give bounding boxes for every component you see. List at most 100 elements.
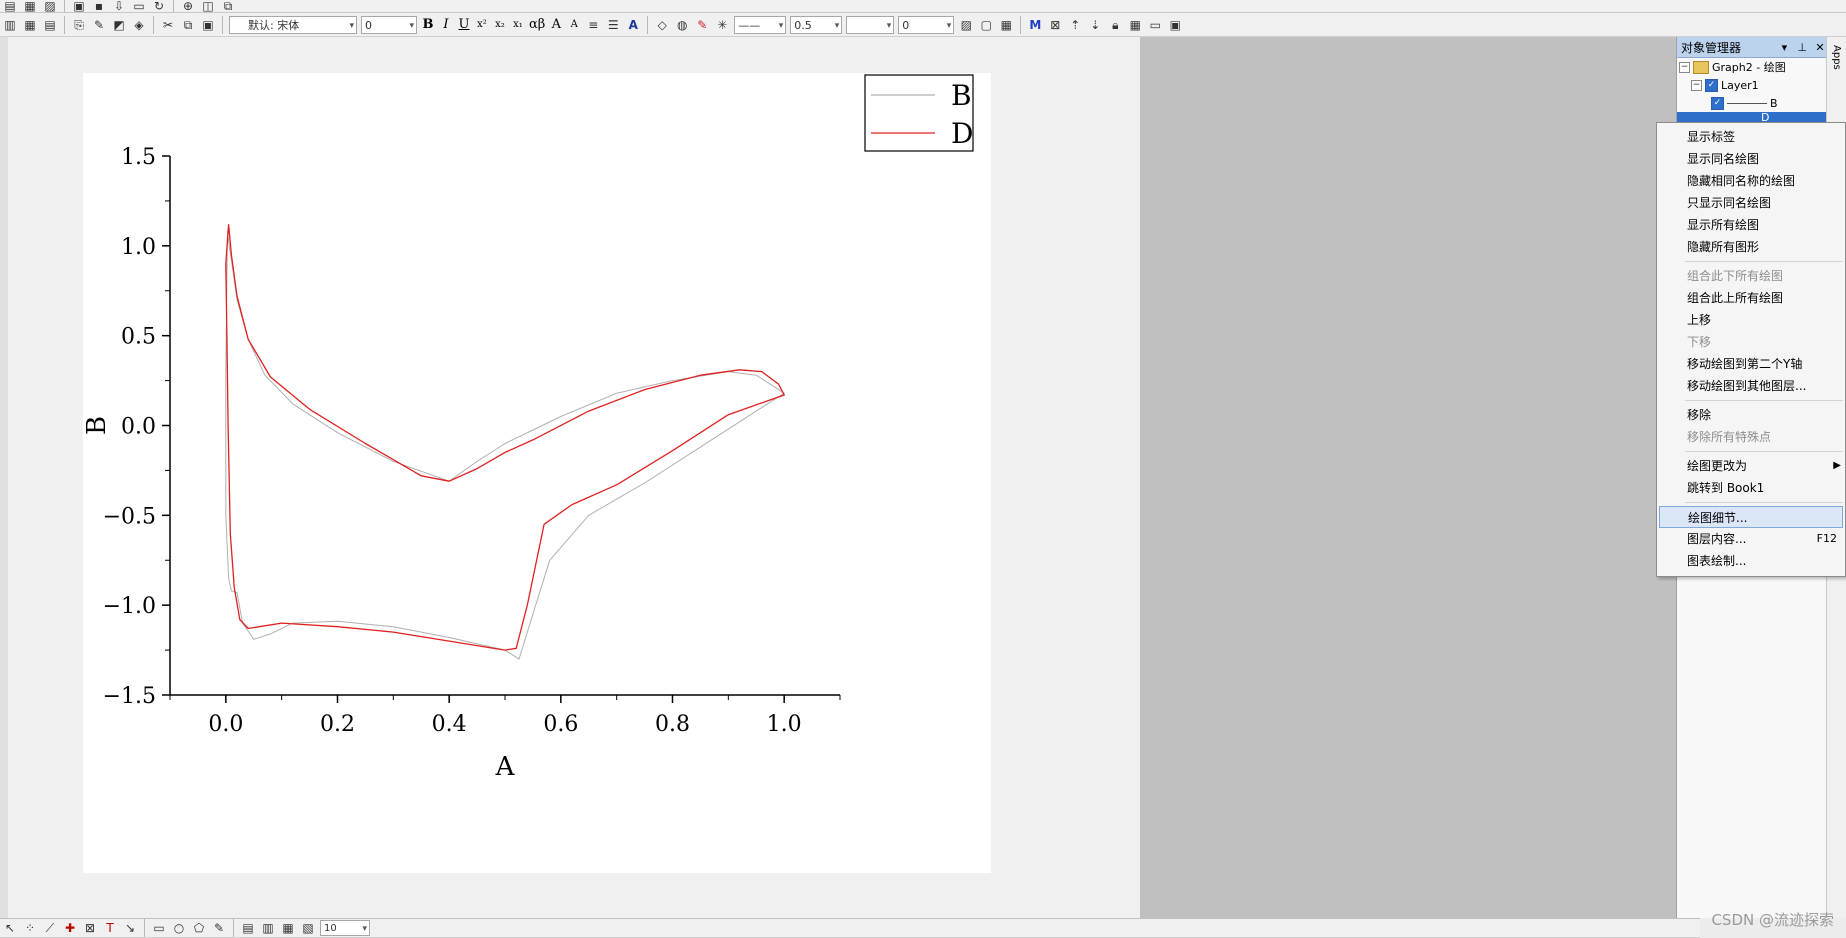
menu-item-layer-contents[interactable]: 图层内容... F12: [1657, 528, 1845, 550]
data-icon[interactable]: ▥: [2, 18, 18, 32]
font-color-icon[interactable]: A: [625, 18, 641, 32]
print-icon[interactable]: ▭: [131, 0, 147, 12]
align-icon[interactable]: ▤: [240, 921, 256, 935]
layer-icon[interactable]: ◫: [200, 0, 216, 12]
menu-item-hide-all[interactable]: 隐藏所有图形: [1657, 236, 1845, 258]
move-up-icon[interactable]: ⇡: [1067, 18, 1083, 32]
font-size-select[interactable]: 0: [361, 15, 417, 35]
underline-button[interactable]: U: [457, 17, 471, 32]
supsub-button[interactable]: x₁: [511, 19, 525, 30]
menu-item-plot-setup[interactable]: 图表绘制...: [1657, 550, 1845, 572]
merge-icon[interactable]: M: [1027, 18, 1043, 32]
copy-icon[interactable]: ⧉: [180, 18, 196, 32]
line-width-select[interactable]: 0.5: [790, 15, 843, 35]
distribute-icon[interactable]: ▥: [260, 921, 276, 935]
border-icon[interactable]: ▢: [978, 18, 994, 32]
menu-item-change-plot-to[interactable]: 绘图更改为 ▶: [1657, 455, 1845, 477]
menu-item-only-show-same-name[interactable]: 只显示同名绘图: [1657, 192, 1845, 214]
stats-icon[interactable]: ▦: [22, 18, 38, 32]
align-left-icon[interactable]: ≡: [585, 18, 601, 32]
cut-icon[interactable]: ✂: [160, 18, 176, 32]
group-icon[interactable]: ▦: [280, 921, 296, 935]
menu-item-group-above[interactable]: 组合此上所有绘图: [1657, 287, 1845, 309]
increase-font-button[interactable]: A: [549, 17, 563, 32]
bottom-size-select[interactable]: 10: [320, 920, 370, 937]
collapse-icon[interactable]: −: [1691, 79, 1702, 91]
menu-item-goto-book[interactable]: 跳转到 Book1: [1657, 477, 1845, 499]
unmerge-icon[interactable]: ⊠: [1047, 18, 1063, 32]
pin-icon[interactable]: ⊥: [1795, 41, 1809, 54]
table-icon[interactable]: ▦: [998, 18, 1014, 32]
add-plot-icon[interactable]: ✚: [62, 921, 78, 935]
fill-color-icon[interactable]: ◇: [654, 18, 670, 32]
menu-item-hide-same-name[interactable]: 隐藏相同名称的绘图: [1657, 170, 1845, 192]
open-icon[interactable]: ▣: [71, 0, 87, 12]
text-tool-icon[interactable]: T: [102, 921, 118, 935]
new-graph-icon[interactable]: ▨: [42, 0, 58, 12]
lock-icon[interactable]: 🔒︎: [1107, 18, 1123, 32]
paint-icon[interactable]: ✎: [91, 18, 107, 32]
graph-icon[interactable]: ◩: [111, 18, 127, 32]
window-icon[interactable]: ▣: [1167, 18, 1183, 32]
arrow-tool-icon[interactable]: ↘: [122, 921, 138, 935]
pattern-select[interactable]: [846, 15, 895, 35]
graph-page[interactable]: 0.0 0.2 0.4 0.6 0.8 1.0 1.5 1.0 0.5 0.0 −0.5 −1.0 −1…: [8, 37, 1140, 918]
region-icon[interactable]: ⊠: [82, 921, 98, 935]
pointer-icon[interactable]: ↖: [2, 921, 18, 935]
line-color-icon[interactable]: ✎: [694, 18, 710, 32]
refresh-icon[interactable]: ↻: [151, 0, 167, 12]
save-icon[interactable]: ▪: [91, 0, 107, 12]
frame-icon[interactable]: ▭: [1147, 18, 1163, 32]
italic-button[interactable]: I: [439, 17, 453, 32]
cube-icon[interactable]: ◈: [131, 18, 147, 32]
menu-item-move-up[interactable]: 上移: [1657, 309, 1845, 331]
justify-icon[interactable]: ☰: [605, 18, 621, 32]
zoom-icon[interactable]: ⊕: [180, 0, 196, 12]
checkbox-checked-icon[interactable]: ✓: [1705, 78, 1718, 92]
paste-icon[interactable]: ▣: [200, 18, 216, 32]
tree-node-plot-d[interactable]: D: [1677, 112, 1827, 122]
scatter-tool-icon[interactable]: ⁘: [22, 921, 38, 935]
menu-item-remove[interactable]: 移除: [1657, 404, 1845, 426]
tree-node-plot-b[interactable]: ✓ B: [1677, 94, 1827, 112]
menu-item-move-to-other-layer[interactable]: 移动绘图到其他图层...: [1657, 375, 1845, 397]
menu-item-plot-details[interactable]: 绘图细节...: [1659, 506, 1843, 528]
import-icon[interactable]: ⇩: [111, 0, 127, 12]
pattern-size-select[interactable]: 0: [898, 15, 955, 35]
circle-tool-icon[interactable]: ○: [171, 921, 187, 935]
hatch-icon[interactable]: ▨: [958, 18, 974, 32]
move-down-icon[interactable]: ⇣: [1087, 18, 1103, 32]
menu-item-show-all[interactable]: 显示所有绘图: [1657, 214, 1845, 236]
decrease-font-button[interactable]: A: [567, 19, 581, 30]
freehand-tool-icon[interactable]: ✎: [211, 921, 227, 935]
tree-node-graph[interactable]: − Graph2 - 绘图: [1677, 58, 1827, 76]
menu-item-move-to-second-y[interactable]: 移动绘图到第二个Y轴: [1657, 353, 1845, 375]
subscript-button[interactable]: x₂: [493, 19, 507, 30]
panel-dropdown-icon[interactable]: ▾: [1777, 41, 1791, 54]
apps-tab[interactable]: Apps: [1827, 37, 1842, 70]
matrix-icon[interactable]: ▤: [42, 18, 58, 32]
legend[interactable]: BD: [864, 74, 974, 152]
superscript-button[interactable]: x²: [475, 19, 489, 30]
line-chart[interactable]: 0.0 0.2 0.4 0.6 0.8 1.0 1.5 1.0 0.5 0.0 −0.5 −1.0 −1…: [83, 73, 991, 873]
font-name-select[interactable]: 默认: 宋体: [229, 15, 357, 35]
copy-format-icon[interactable]: ⎘: [71, 18, 87, 32]
collapse-icon[interactable]: −: [1679, 61, 1690, 73]
duplicate-icon[interactable]: ⧉: [220, 0, 236, 12]
checkbox-checked-icon[interactable]: ✓: [1711, 96, 1724, 110]
close-icon[interactable]: ✕: [1813, 41, 1827, 54]
new-project-icon[interactable]: ▤: [2, 0, 18, 12]
bold-button[interactable]: B: [421, 17, 435, 32]
ungroup-icon[interactable]: ▧: [300, 921, 316, 935]
pattern-icon[interactable]: ◍: [674, 18, 690, 32]
new-workbook-icon[interactable]: ▦: [22, 0, 38, 12]
grid-icon[interactable]: ▦: [1127, 18, 1143, 32]
menu-item-show-same-name[interactable]: 显示同名绘图: [1657, 148, 1845, 170]
line-tool-icon[interactable]: ⟋: [42, 921, 58, 935]
line-style-select[interactable]: ——: [734, 15, 787, 35]
tree-node-layer[interactable]: − ✓ Layer1: [1677, 76, 1827, 94]
menu-item-show-label[interactable]: 显示标签: [1657, 126, 1845, 148]
rect-tool-icon[interactable]: ▭: [151, 921, 167, 935]
poly-tool-icon[interactable]: ⬠: [191, 921, 207, 935]
greek-button[interactable]: αβ: [529, 17, 545, 32]
